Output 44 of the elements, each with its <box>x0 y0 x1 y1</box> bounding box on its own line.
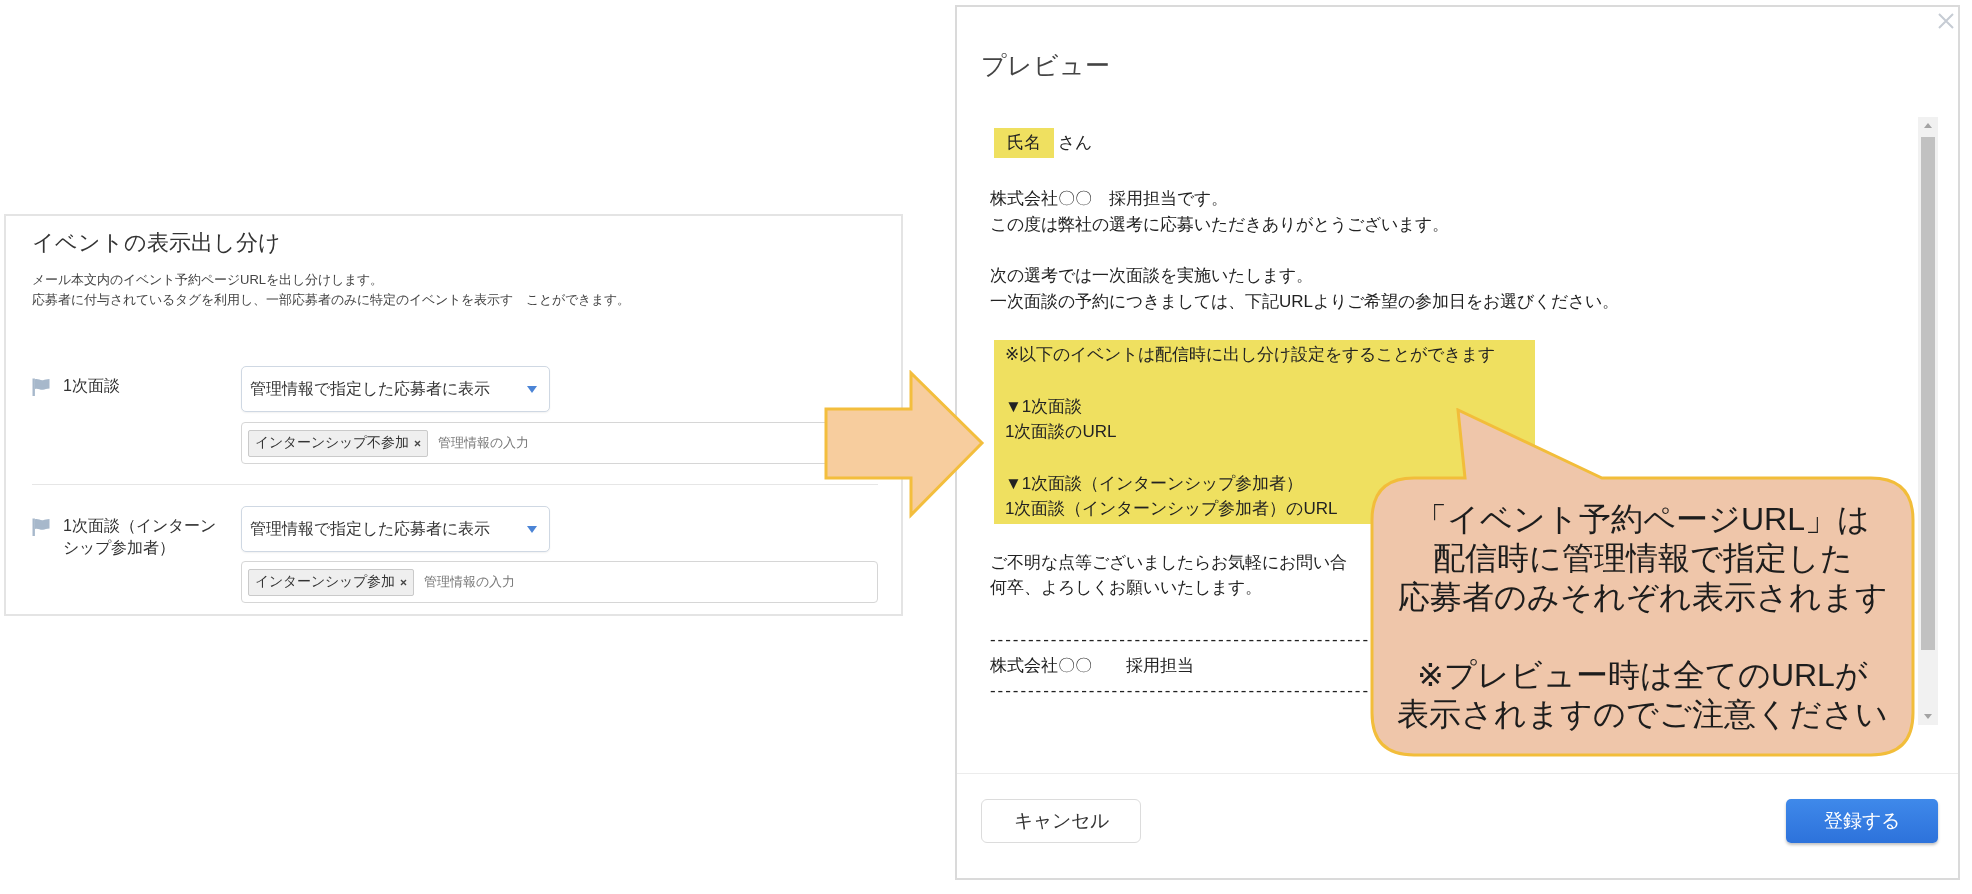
tag-chip[interactable]: インターンシップ不参加 <box>248 429 428 457</box>
email-text: 何卒、よろしくお願いいたします。 <box>990 577 1262 600</box>
display-select[interactable]: 管理情報で指定した応募者に表示 <box>241 366 550 412</box>
remove-icon[interactable] <box>414 439 421 447</box>
display-select[interactable]: 管理情報で指定した応募者に表示 <box>241 506 550 552</box>
email-text: ご不明な点等ございましたらお気軽にお問い合 <box>990 551 1347 574</box>
email-text: ▼1次面談 <box>1005 395 1083 418</box>
email-text: ▼1次面談（インターンシップ参加者） <box>1005 472 1304 495</box>
tag-chip[interactable]: インターンシップ参加 <box>248 568 414 596</box>
event-name: 1次面談（インターンシップ参加者） <box>63 516 217 558</box>
email-text: さん <box>1058 132 1092 155</box>
email-text: 1次面談（インターンシップ参加者）のURL <box>1005 498 1338 521</box>
email-text: 1次面談のURL <box>1005 421 1117 444</box>
scroll-down-icon[interactable] <box>1924 714 1932 719</box>
dashed-rule-text: -------------------------------------------------- <box>990 680 1371 703</box>
flag-icon <box>32 378 50 396</box>
email-text: ※以下のイベントは配信時に出し分け設定をすることができます <box>1005 344 1496 367</box>
email-text: 株式会社〇〇 採用担当 <box>990 654 1194 677</box>
register-button[interactable]: 登録する <box>1786 799 1938 843</box>
dialog-title: プレビュー <box>981 50 1110 81</box>
scrollbar[interactable] <box>1918 117 1938 725</box>
dashed-rule-text: -------------------------------------------------- <box>990 628 1371 651</box>
event-name: 1次面談 <box>63 376 120 396</box>
close-icon <box>1938 13 1954 29</box>
cancel-button[interactable]: キャンセル <box>981 799 1141 843</box>
description-text: メール本文内のイベント予約ページURLを出し分けします。 <box>32 271 383 289</box>
callout-text: 「イベント予約ページURL」は 配信時に管理情報で指定した 応募者のみそれぞれ表示されます <box>1397 499 1888 617</box>
panel-title: イベントの表示出し分け <box>32 229 281 257</box>
tag-input-field[interactable]: インターンシップ不参加 管理情報の入力 <box>241 422 826 464</box>
close-button[interactable] <box>1938 13 1954 29</box>
remove-icon[interactable] <box>400 578 407 586</box>
callout-text: ※プレビュー時は全てのURLが 表示されますのでご注意ください <box>1397 655 1888 734</box>
tag-input-field[interactable]: インターンシップ参加 管理情報の入力 <box>241 561 878 603</box>
caret-icon <box>527 385 537 393</box>
name-field-tag: 氏名 <box>994 128 1054 158</box>
caret-icon <box>527 525 537 533</box>
description-text: 応募者に付与されているタグを利用し、一部応募者のみに特定のイベントを表示す ことができます。 <box>32 291 630 309</box>
email-text: 株式会社〇〇 採用担当です。 <box>990 188 1228 210</box>
email-text: 一次面談の予約につきましては、下記URLよりご希望の参加日をお選びください。 <box>990 290 1619 313</box>
email-text: この度は弊社の選考に応募いただきありがとうございます。 <box>990 213 1449 236</box>
flag-icon <box>32 518 50 536</box>
scrollbar-thumb[interactable] <box>1921 137 1935 650</box>
email-text: 次の選考では一次面談を実施いたします。 <box>990 265 1313 288</box>
scroll-up-icon[interactable] <box>1924 123 1932 128</box>
